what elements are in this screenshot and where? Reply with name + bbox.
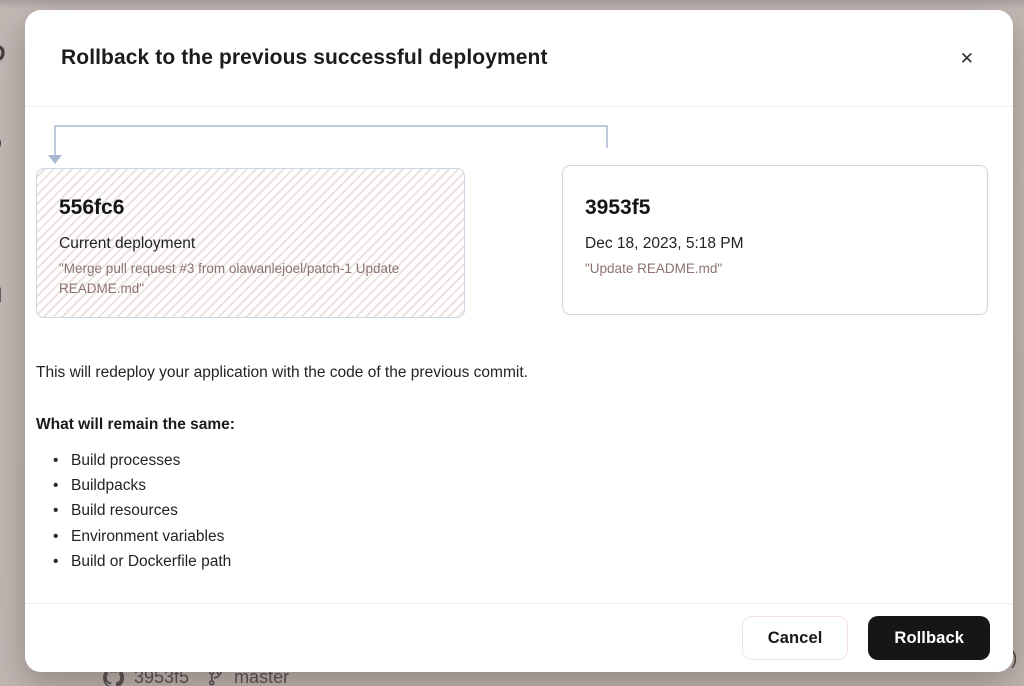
remain-same-list: Build processes Buildpacks Build resourc… — [53, 448, 231, 574]
list-item: Buildpacks — [53, 473, 231, 498]
connector-line — [55, 125, 608, 127]
current-deployment-card: 556fc6 Current deployment "Merge pull re… — [36, 168, 465, 318]
background-page-fragment: H — [0, 284, 2, 308]
close-icon[interactable]: ✕ — [954, 44, 980, 73]
previous-deployment-date: Dec 18, 2023, 5:18 PM — [585, 235, 965, 253]
list-item: Build or Dockerfile path — [53, 549, 231, 574]
cancel-button[interactable]: Cancel — [742, 616, 849, 660]
rollback-dialog: Rollback to the previous successful depl… — [25, 10, 1013, 672]
previous-commit-hash: 3953f5 — [585, 196, 965, 220]
list-item: Build processes — [53, 448, 231, 473]
connector-line — [54, 125, 56, 156]
previous-deployment-card: 3953f5 Dec 18, 2023, 5:18 PM "Update REA… — [562, 165, 988, 315]
list-item: Build resources — [53, 498, 231, 523]
remain-same-heading: What will remain the same: — [36, 416, 235, 434]
current-commit-hash: 556fc6 — [59, 196, 442, 220]
dialog-description: This will redeploy your application with… — [36, 364, 528, 382]
rollback-button[interactable]: Rollback — [868, 616, 990, 660]
background-page-fragment: Q — [0, 134, 2, 156]
previous-commit-message: "Update README.md" — [585, 259, 965, 279]
dialog-header: Rollback to the previous successful depl… — [25, 10, 1013, 107]
current-deployment-label: Current deployment — [59, 235, 442, 253]
background-page-fragment: D — [0, 40, 6, 67]
dialog-title: Rollback to the previous successful depl… — [61, 46, 548, 70]
arrow-down-icon — [48, 155, 62, 164]
dialog-footer: Cancel Rollback — [25, 603, 1013, 672]
list-item: Environment variables — [53, 524, 231, 549]
current-commit-message: "Merge pull request #3 from olawanlejoel… — [59, 259, 442, 300]
connector-line — [606, 125, 608, 148]
